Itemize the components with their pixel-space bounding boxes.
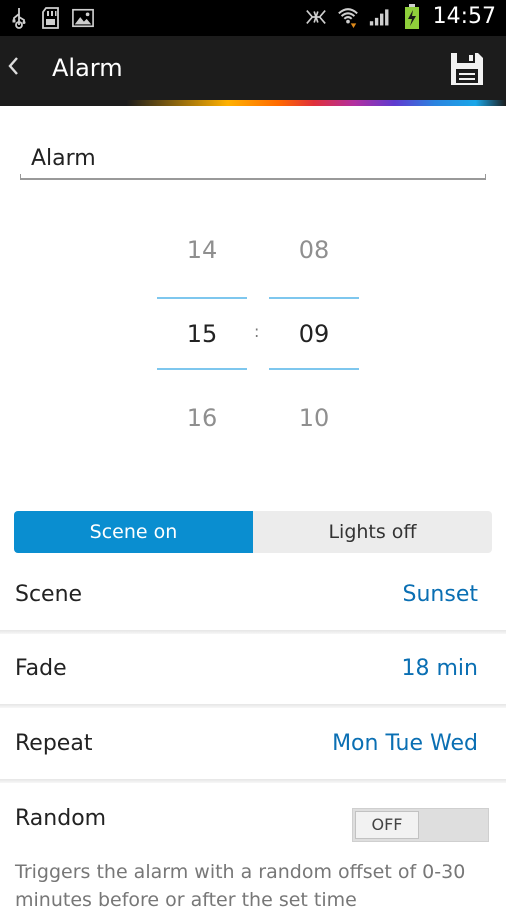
scene-label: Scene xyxy=(15,582,83,607)
nfc-icon xyxy=(305,5,327,29)
repeat-row[interactable]: Repeat Mon Tue Wed xyxy=(0,709,506,783)
scene-row[interactable]: Scene Sunset xyxy=(0,560,506,634)
signal-icon xyxy=(369,5,391,29)
repeat-value: Mon Tue Wed xyxy=(332,731,478,756)
alarm-name-value: Alarm xyxy=(31,146,96,171)
lights-off-button[interactable]: Lights off xyxy=(253,511,492,553)
status-bar: 14:57 xyxy=(0,0,506,36)
brand-gradient-strip xyxy=(0,100,506,106)
status-left-icons xyxy=(8,6,94,30)
random-toggle[interactable]: OFF xyxy=(352,808,489,842)
hour-divider-top xyxy=(157,297,247,299)
minute-current[interactable]: 09 xyxy=(269,320,359,348)
input-underline xyxy=(20,174,486,180)
scene-on-button[interactable]: Scene on xyxy=(14,511,253,553)
hour-next[interactable]: 16 xyxy=(157,404,247,432)
wifi-icon xyxy=(337,5,359,29)
fade-row[interactable]: Fade 18 min xyxy=(0,634,506,708)
status-right-icons: 14:57 xyxy=(305,3,496,29)
alarm-name-input[interactable]: Alarm xyxy=(20,140,486,180)
scene-value: Sunset xyxy=(402,582,478,607)
fade-value: 18 min xyxy=(401,656,478,681)
chevron-left-icon[interactable] xyxy=(6,54,26,84)
row-divider xyxy=(0,779,506,783)
repeat-label: Repeat xyxy=(15,731,93,756)
random-label: Random xyxy=(15,806,107,831)
minute-next[interactable]: 10 xyxy=(269,404,359,432)
sd-card-icon xyxy=(40,6,62,30)
mode-segmented-control: Scene on Lights off xyxy=(14,511,492,553)
time-separator: : xyxy=(254,322,260,341)
hour-divider-bottom xyxy=(157,368,247,370)
usb-icon xyxy=(8,6,30,30)
page-title: Alarm xyxy=(52,54,123,82)
random-help-text: Triggers the alarm with a random offset … xyxy=(15,861,466,911)
app-bar: Alarm xyxy=(0,36,506,102)
status-clock: 14:57 xyxy=(432,4,496,29)
minute-prev[interactable]: 08 xyxy=(269,236,359,264)
save-icon[interactable] xyxy=(448,50,486,88)
random-toggle-knob[interactable]: OFF xyxy=(355,811,419,839)
fade-label: Fade xyxy=(15,656,67,681)
hour-current[interactable]: 15 xyxy=(157,320,247,348)
battery-charging-icon xyxy=(401,3,423,29)
row-divider xyxy=(0,704,506,708)
minute-divider-bottom xyxy=(269,368,359,370)
hour-prev[interactable]: 14 xyxy=(157,236,247,264)
minute-divider-top xyxy=(269,297,359,299)
image-icon xyxy=(72,6,94,30)
